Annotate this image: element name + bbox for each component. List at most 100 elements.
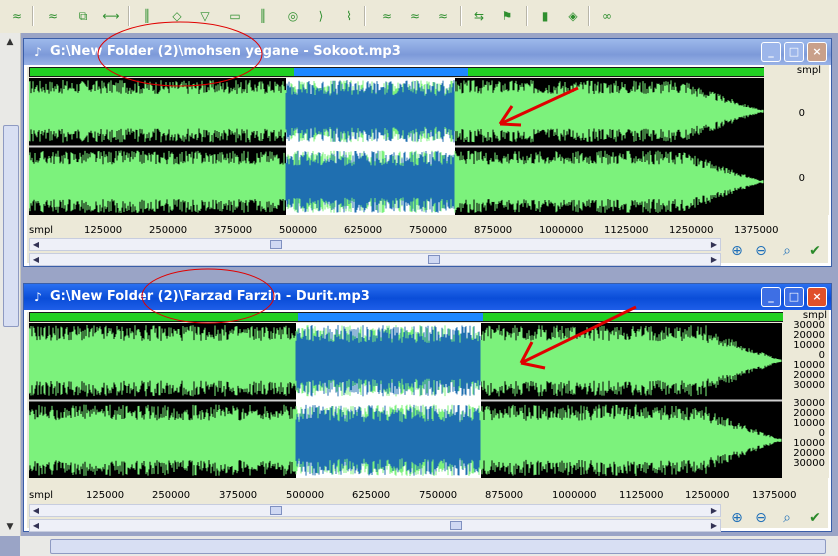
time-tick-label: 750000 [419,490,458,501]
waveform-panel: smpl 0 0 smpl 125000 250000 375000 500000 625… [27,65,829,266]
time-tick-label: 1000000 [539,225,584,236]
time-unit-label: smpl [29,490,54,501]
cut-icon[interactable]: ⧉ [72,5,94,27]
pitch-icon[interactable]: ◈ [562,5,584,27]
scroll-thumb[interactable] [270,240,282,249]
toolbar-separator [32,6,34,26]
horizontal-scrollbar[interactable]: ◀ ▶ [29,504,721,517]
main-toolbar: ≈ ≈ ⧉ ⟷ ║ ◇ ▽ ▭ ║ ◎ ⟩ ⌇ ≈ ≈ ≈ ⇆ ⚑ ▮ ◈ ∞ [0,0,838,34]
amplitude-tick: 30000 [793,458,825,469]
waveform-display[interactable] [29,78,764,215]
maximize-button[interactable]: □ [784,42,804,62]
time-ruler: smpl 125000 250000 375000 500000 625000 750000… [29,225,779,237]
effect-icon[interactable]: ⌇ [338,5,360,27]
audio-window-durit[interactable]: ♪ G:\New Folder (2)\Farzad Farzin - Duri… [23,283,832,532]
audio-window-sokoot[interactable]: ♪ G:\New Folder (2)\mohsen yegane - Soko… [23,38,832,267]
toolbar-separator [364,6,366,26]
scroll-thumb[interactable] [270,506,282,515]
time-tick-label: 1125000 [604,225,649,236]
zoom-out-icon[interactable]: ⊖ [751,241,771,261]
scroll-left-arrow[interactable]: ◀ [30,520,42,531]
time-tick-label: 1375000 [734,225,779,236]
vertical-zoom-scrollbar[interactable]: ◀ ▶ [29,253,721,266]
time-tick-label: 875000 [485,490,524,501]
waveform-display[interactable] [29,323,782,478]
overview-selection [294,68,468,76]
waveform-icon[interactable]: ≈ [432,5,454,27]
scroll-thumb[interactable] [428,255,440,264]
check-icon[interactable]: ✔ [805,508,825,528]
fade-icon[interactable]: ▽ [194,5,216,27]
window-titlebar[interactable]: ♪ G:\New Folder (2)\Farzad Farzin - Duri… [24,284,831,310]
scroll-right-arrow[interactable]: ▶ [708,239,720,250]
time-tick-label: 500000 [286,490,325,501]
waveform-icon[interactable]: ≈ [376,5,398,27]
scroll-left-arrow[interactable]: ◀ [30,505,42,516]
time-tick-label: 1250000 [669,225,714,236]
amplitude-tick: 30000 [793,380,825,391]
overview-selection [298,313,483,321]
amplitude-tick: 0 [798,108,805,119]
app-icon: ♪ [34,290,42,304]
vertical-zoom-scrollbar[interactable]: ◀ ▶ [29,519,721,532]
check-icon[interactable]: ✔ [805,241,825,261]
amplify-icon[interactable]: ◇ [166,5,188,27]
waveform-icon[interactable]: ≈ [42,5,64,27]
scroll-thumb[interactable] [450,521,462,530]
zoom-fit-icon[interactable]: ⌕ [777,508,797,528]
scroll-up-arrow[interactable]: ▲ [3,35,17,49]
time-unit-label: smpl [29,225,54,236]
time-ruler: smpl 125000 250000 375000 500000 625000 750000… [29,490,797,502]
scroll-thumb[interactable] [50,539,826,554]
scroll-right-arrow[interactable]: ▶ [708,254,720,265]
time-tick-label: 375000 [214,225,253,236]
workspace-vertical-scrollbar[interactable]: ▲ ▼ [0,33,21,536]
close-button[interactable]: × [807,42,827,62]
scroll-left-arrow[interactable]: ◀ [30,254,42,265]
time-tick-label: 125000 [86,490,125,501]
normalize-icon[interactable]: ▭ [224,5,246,27]
overview-bar[interactable] [29,67,786,77]
zoom-out-icon[interactable]: ⊖ [751,508,771,528]
waveform-icon[interactable]: ║ [136,5,158,27]
horizontal-scrollbar[interactable]: ◀ ▶ [29,238,721,251]
scroll-down-arrow[interactable]: ▼ [3,520,17,534]
amplitude-axis: smpl 0 0 [764,65,829,215]
toolbar-separator [588,6,590,26]
minimize-button[interactable]: _ [761,287,781,307]
scroll-thumb[interactable] [3,125,19,327]
toolbar-separator [460,6,462,26]
time-tick-label: 625000 [352,490,391,501]
window-titlebar[interactable]: ♪ G:\New Folder (2)\mohsen yegane - Soko… [24,39,831,65]
scroll-right-arrow[interactable]: ▶ [708,520,720,531]
window-title: G:\New Folder (2)\mohsen yegane - Sokoot… [50,44,401,59]
time-tick-label: 625000 [344,225,383,236]
scroll-right-arrow[interactable]: ▶ [708,505,720,516]
tempo-icon[interactable]: ⇆ [468,5,490,27]
time-tick-label: 1375000 [752,490,797,501]
split-icon[interactable]: ▮ [534,5,556,27]
toolbar-separator [128,6,130,26]
close-button[interactable]: × [807,287,827,307]
zoom-in-icon[interactable]: ⊕ [727,241,747,261]
waveform-panel: smpl 30000 20000 10000 0 10000 20000 30000 3000… [27,310,829,532]
waveform-icon[interactable]: ≈ [404,5,426,27]
zoom-fit-icon[interactable]: ⌕ [777,241,797,261]
workspace-horizontal-scrollbar[interactable] [20,536,838,556]
reverse-icon[interactable]: ⟩ [310,5,332,27]
maximize-button[interactable]: □ [784,287,804,307]
scroll-left-arrow[interactable]: ◀ [30,239,42,250]
range-icon[interactable]: ⟷ [100,5,122,27]
marker-icon[interactable]: ⚑ [496,5,518,27]
toolbar-separator [526,6,528,26]
window-title: G:\New Folder (2)\Farzad Farzin - Durit.… [50,289,370,304]
waveform-icon[interactable]: ≈ [6,5,28,27]
chain-icon[interactable]: ∞ [596,5,618,27]
minimize-button[interactable]: _ [761,42,781,62]
overview-bar[interactable] [29,312,786,322]
echo-icon[interactable]: ◎ [282,5,304,27]
waveform-icon[interactable]: ║ [252,5,274,27]
time-tick-label: 1250000 [685,490,730,501]
zoom-in-icon[interactable]: ⊕ [727,508,747,528]
amplitude-unit: smpl [796,65,821,76]
